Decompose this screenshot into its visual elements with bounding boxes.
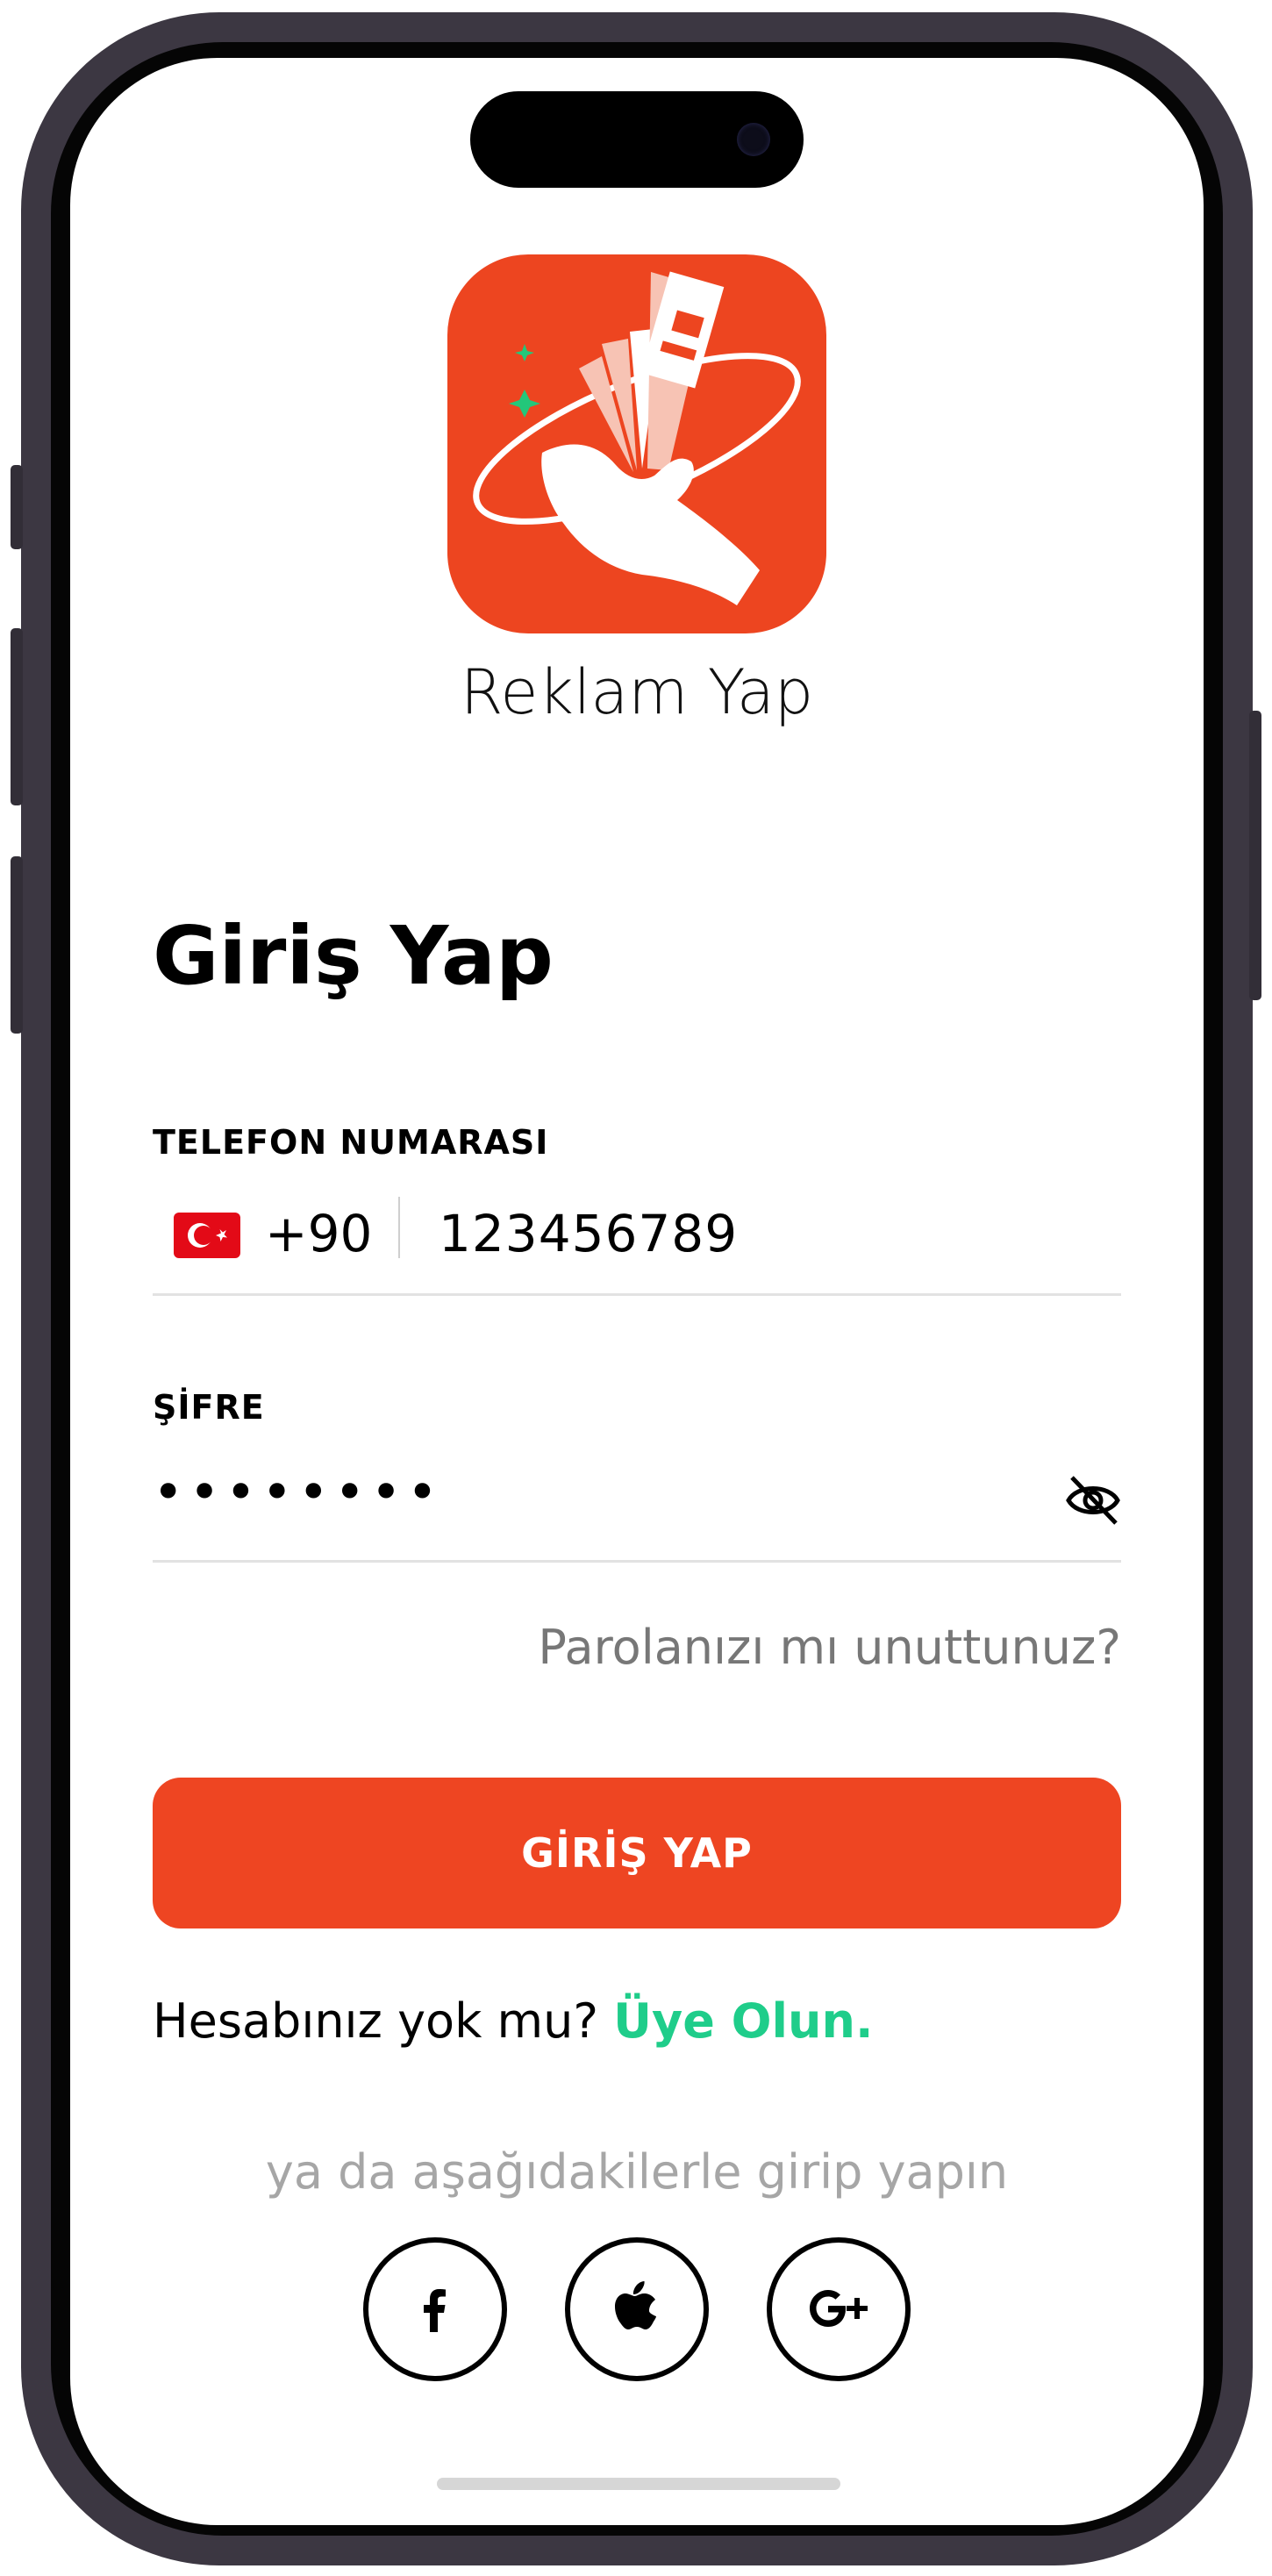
eye-off-icon[interactable] <box>1065 1472 1121 1528</box>
camera-icon <box>737 123 770 156</box>
country-code[interactable]: +90 <box>265 1204 372 1263</box>
signup-link[interactable]: Üye Olun. <box>613 1993 873 2049</box>
facebook-button[interactable] <box>363 2237 507 2381</box>
phone-label: TELEFON NUMARASI <box>153 1123 549 1162</box>
dynamic-island <box>470 91 804 188</box>
turkey-flag-icon[interactable] <box>174 1213 240 1258</box>
volume-down-button <box>11 856 23 1034</box>
google-plus-button[interactable] <box>767 2237 911 2381</box>
power-button <box>1249 711 1261 1000</box>
app-name: Reklam Yap <box>460 656 814 728</box>
password-underline <box>153 1560 1121 1563</box>
page-title: Giriş Yap <box>153 909 554 1003</box>
apple-icon <box>615 2281 656 2329</box>
signup-row: Hesabınız yok mu? Üye Olun. <box>153 1993 873 2049</box>
action-button <box>11 465 23 549</box>
screen: Reklam Yap Giriş Yap TELEFON NUMARASI +9… <box>70 58 1204 2525</box>
app-logo <box>447 254 826 633</box>
signup-prompt: Hesabınız yok mu? <box>153 1993 598 2049</box>
forgot-password-link[interactable]: Parolanızı mı unuttunuz? <box>538 1620 1121 1675</box>
home-indicator[interactable] <box>437 2478 840 2490</box>
logo-icon <box>473 271 801 605</box>
phone-field[interactable]: +90 123456789 <box>153 1197 1121 1272</box>
phone-input[interactable]: 123456789 <box>439 1204 738 1263</box>
password-input[interactable]: •••••••• <box>153 1462 443 1523</box>
password-label: ŞİFRE <box>153 1388 265 1427</box>
apple-button[interactable] <box>565 2237 709 2381</box>
facebook-icon <box>424 2289 446 2332</box>
social-login-text: ya da aşağıdakilerle girip yapın <box>265 2144 1009 2200</box>
volume-up-button <box>11 628 23 805</box>
divider <box>398 1197 400 1258</box>
login-button[interactable]: GİRİŞ YAP <box>153 1778 1121 1928</box>
phone-underline <box>153 1293 1121 1296</box>
google-plus-icon <box>810 2290 868 2327</box>
